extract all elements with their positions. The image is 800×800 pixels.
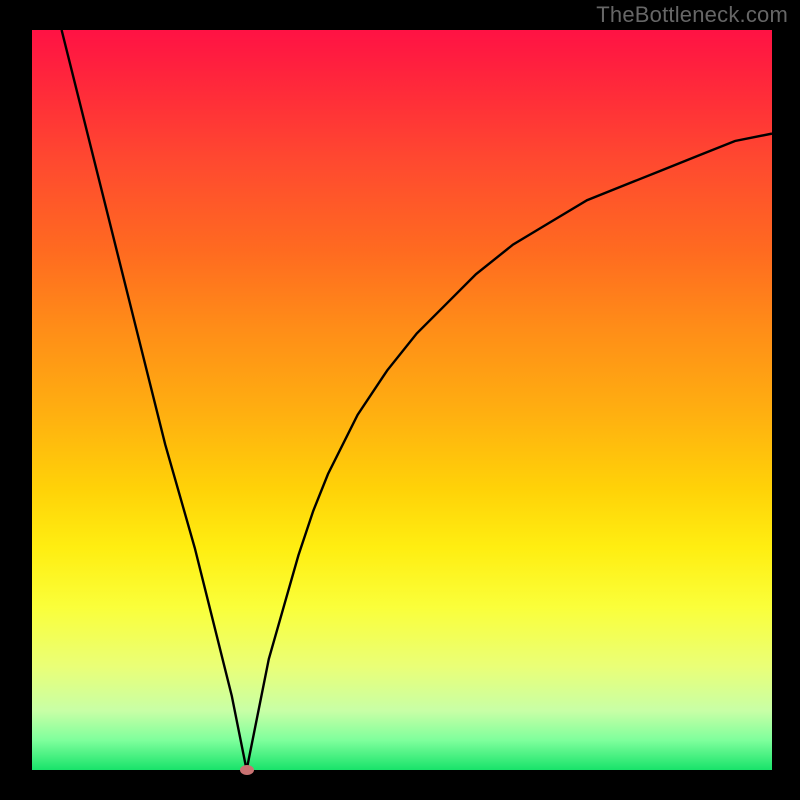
chart-container: TheBottleneck.com bbox=[0, 0, 800, 800]
bottleneck-curve bbox=[32, 30, 772, 770]
optimum-marker bbox=[240, 765, 254, 775]
watermark-text: TheBottleneck.com bbox=[596, 2, 788, 28]
curve-path bbox=[62, 30, 772, 770]
plot-area bbox=[32, 30, 772, 770]
